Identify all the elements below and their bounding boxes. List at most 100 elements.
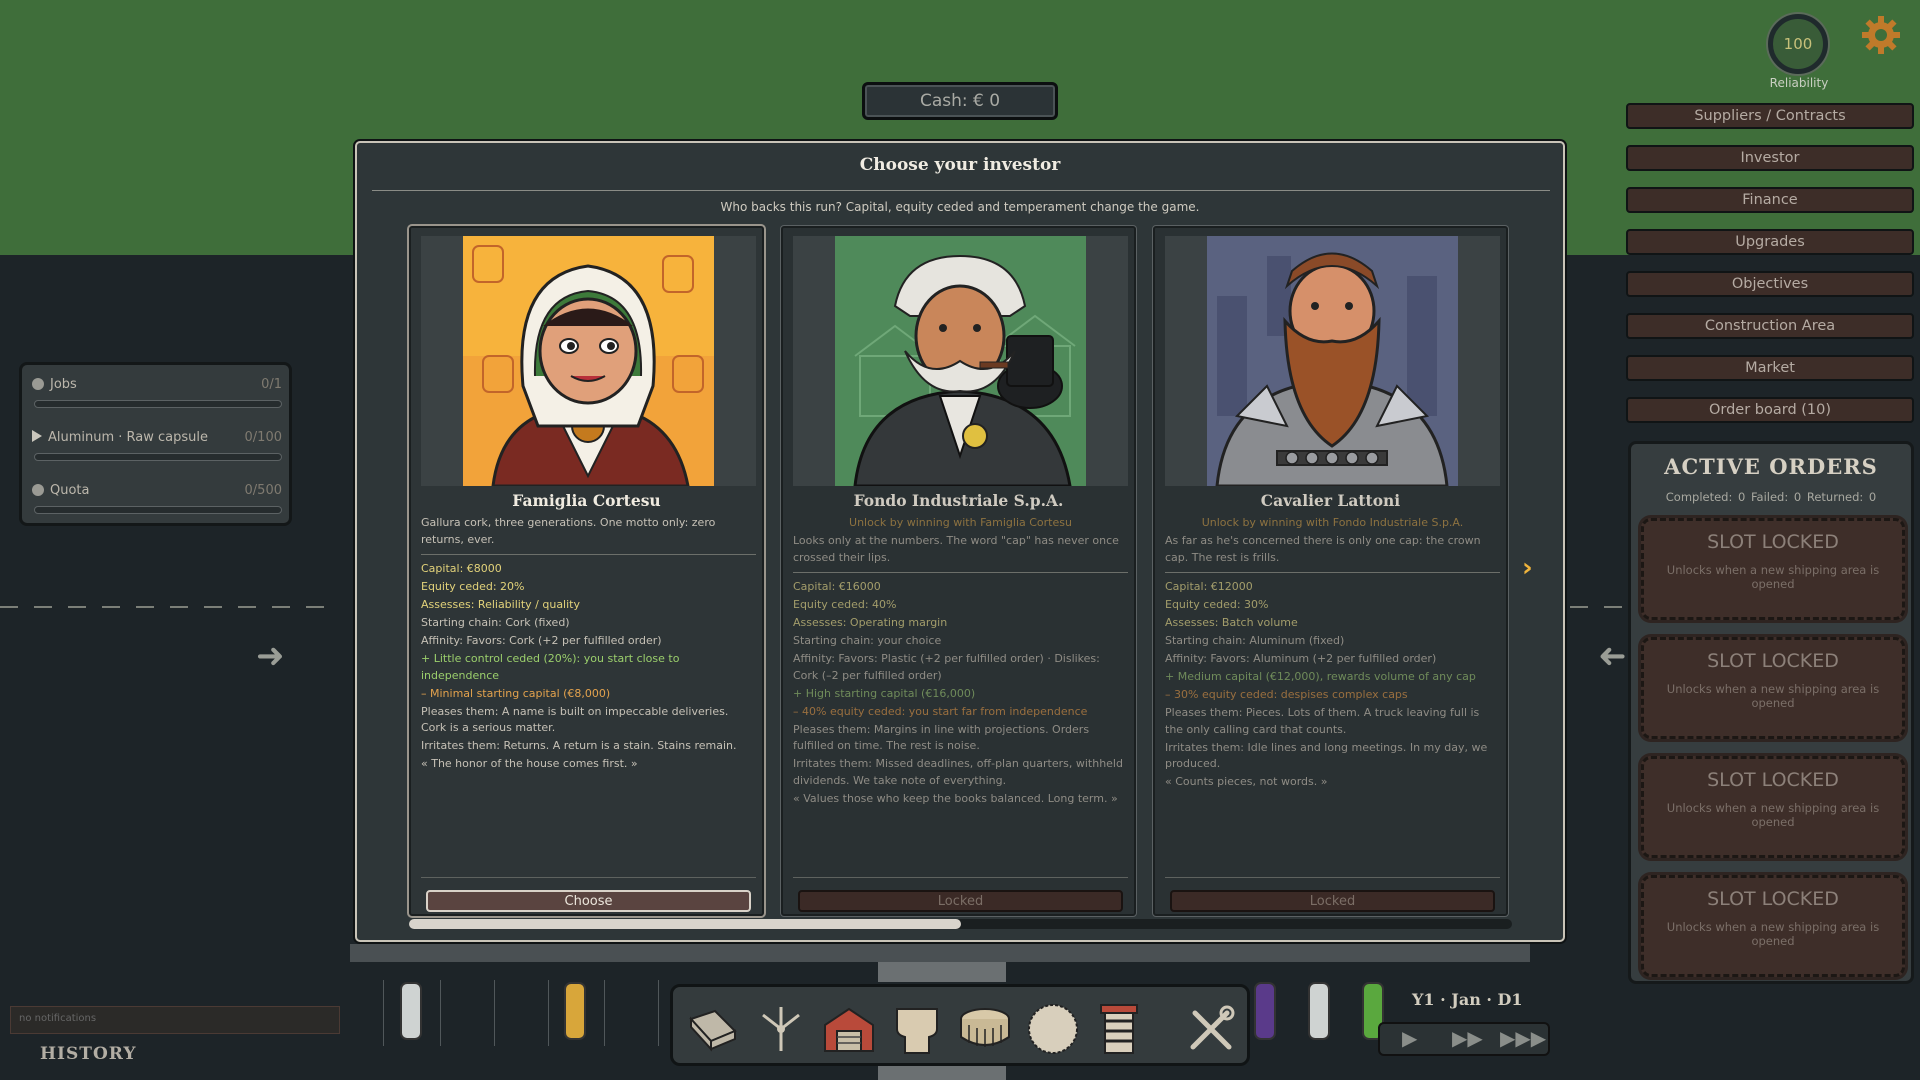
disc-icon[interactable] [1025, 1001, 1081, 1057]
aluminum-label: Aluminum · Raw capsule [48, 430, 209, 445]
slot-title: SLOT LOCKED [1707, 888, 1839, 910]
investor-details: Unlock by winning with Famiglia Cortesu … [793, 515, 1128, 809]
jobs-row: Jobs 0/1 [32, 377, 282, 392]
investor-details: Gallura cork, three generations. One mot… [421, 515, 756, 774]
investor-name: Fondo Industriale S.p.A. [853, 491, 1064, 510]
lane-line-right [1570, 606, 1630, 608]
investor-card-cortesu[interactable]: Famiglia Cortesu Gallura cork, three gen… [409, 226, 764, 916]
reliability-label: Reliability [1769, 76, 1829, 90]
unlock-condition: Unlock by winning with Fondo Industriale… [1201, 516, 1464, 529]
capital-text: Capital: €16000 [793, 580, 881, 593]
reliability-gauge: 100 [1768, 14, 1828, 74]
order-slot-locked: SLOT LOCKED Unlocks when a new shipping … [1641, 875, 1905, 977]
investor-details: Unlock by winning with Fondo Industriale… [1165, 515, 1500, 792]
con-text: – 40% equity ceded: you start far from i… [793, 704, 1088, 718]
con-text: – 30% equity ceded: despises complex cap… [1165, 688, 1408, 701]
road-strip [350, 944, 1530, 962]
cash-display: Cash: € 0 [862, 82, 1058, 120]
menu-suppliers-contracts-button[interactable]: Suppliers / Contracts [1626, 103, 1914, 129]
divider [793, 877, 1128, 878]
pleases-text: Pleases them: A name is built on impecca… [421, 704, 729, 735]
notifications-box: no notifications [10, 1006, 340, 1034]
spring-icon[interactable] [1091, 1001, 1147, 1057]
road-gap [878, 1066, 1006, 1080]
affinity-text: Affinity: Favors: Plastic (+2 per fulfil… [793, 652, 1100, 682]
starting-chain-text: Starting chain: Aluminum (fixed) [1165, 634, 1345, 647]
slot-subtitle: Unlocks when a new shipping area is open… [1666, 563, 1880, 591]
investor-name: Cavalier Lattoni [1260, 491, 1401, 510]
order-slot-locked: SLOT LOCKED Unlocks when a new shipping … [1641, 637, 1905, 739]
menu-upgrades-button[interactable]: Upgrades [1626, 229, 1914, 255]
divider [1165, 572, 1500, 573]
investor-portrait-lattoni [1207, 236, 1458, 486]
menu-order-board-button[interactable]: Order board (10) [1626, 397, 1914, 423]
starting-chain-text: Starting chain: Cork (fixed) [421, 616, 570, 629]
game-date: Y1 · Jan · D1 [1412, 990, 1523, 1009]
divider [421, 554, 756, 555]
jobs-label: Jobs [50, 377, 77, 392]
menu-construction-area-button[interactable]: Construction Area [1626, 313, 1914, 339]
parking-line [658, 980, 659, 1046]
investor-card-lattoni: Cavalier Lattoni Unlock by winning with … [1153, 226, 1508, 916]
next-arrow-icon[interactable]: › [1522, 553, 1533, 583]
menu-objectives-button[interactable]: Objectives [1626, 271, 1914, 297]
conveyor-icon[interactable] [685, 1001, 741, 1057]
menu-market-button[interactable]: Market [1626, 355, 1914, 381]
active-orders-stats: Completed: 0 Failed: 0 Returned: 0 [1665, 490, 1877, 504]
history-title[interactable]: HISTORY [40, 1044, 137, 1064]
fastest-forward-icon[interactable]: ▶▶▶ [1500, 1026, 1546, 1050]
cards-scrollbar[interactable] [409, 919, 1512, 929]
scrollbar-thumb[interactable] [409, 919, 961, 929]
quota-progress-bar [34, 506, 282, 514]
order-slot-locked: SLOT LOCKED Unlocks when a new shipping … [1641, 518, 1905, 620]
pleases-text: Pleases them: Pieces. Lots of them. A tr… [1165, 706, 1480, 736]
dialog-subtitle: Who backs this run? Capital, equity cede… [720, 200, 1200, 214]
parking-line [548, 980, 549, 1046]
slot-subtitle: Unlocks when a new shipping area is open… [1666, 920, 1880, 948]
investor-dialog: Choose your investor Who backs this run?… [355, 141, 1565, 942]
irritates-text: Irritates them: Missed deadlines, off-pl… [793, 757, 1123, 787]
status-dot-icon [32, 378, 44, 390]
expand-triangle-icon[interactable] [32, 430, 42, 442]
pro-text: + Medium capital (€12,000), rewards volu… [1165, 670, 1476, 683]
fast-forward-icon[interactable]: ▶▶ [1452, 1026, 1483, 1050]
crown-cap-icon[interactable] [957, 1001, 1013, 1057]
gear-icon[interactable] [1860, 14, 1902, 56]
slot-subtitle: Unlocks when a new shipping area is open… [1666, 801, 1880, 829]
assesses-text: Assesses: Reliability / quality [421, 598, 580, 611]
locked-button: Locked [1170, 890, 1495, 912]
warehouse-icon[interactable] [821, 1001, 877, 1057]
active-orders-title: ACTIVE ORDERS [1664, 454, 1878, 479]
split-icon[interactable] [753, 1001, 809, 1057]
menu-investor-button[interactable]: Investor [1626, 145, 1914, 171]
build-toolbar [670, 984, 1250, 1066]
menu-finance-button[interactable]: Finance [1626, 187, 1914, 213]
play-icon[interactable]: ▶ [1402, 1026, 1417, 1050]
flow-arrow-left-icon: ➜ [1598, 636, 1627, 676]
aluminum-row[interactable]: Aluminum · Raw capsule 0/100 [32, 430, 282, 445]
investor-portrait-cortesu [463, 236, 714, 486]
choose-button[interactable]: Choose [426, 890, 751, 912]
road-gap [878, 962, 1006, 982]
tools-icon[interactable] [1183, 1001, 1239, 1057]
parking-line [604, 980, 605, 1046]
speed-controls: ▶ ▶▶ ▶▶▶ [1378, 1022, 1550, 1056]
cork-icon[interactable] [889, 1001, 945, 1057]
capital-text: Capital: €8000 [421, 562, 502, 575]
assesses-text: Assesses: Operating margin [793, 616, 948, 629]
slot-subtitle: Unlocks when a new shipping area is open… [1666, 682, 1880, 710]
jobs-value: 0/1 [261, 377, 282, 392]
jobs-progress-bar [34, 400, 282, 408]
assesses-text: Assesses: Batch volume [1165, 616, 1298, 629]
parking-line [494, 980, 495, 1046]
pleases-text: Pleases them: Margins in line with proje… [793, 722, 1090, 753]
lane-line-left [0, 606, 340, 608]
quota-label: Quota [50, 483, 90, 498]
slot-title: SLOT LOCKED [1707, 650, 1839, 672]
divider [372, 190, 1550, 191]
affinity-text: Affinity: Favors: Cork (+2 per fulfilled… [421, 634, 662, 647]
divider [421, 877, 756, 878]
portrait [793, 236, 1128, 486]
divider [793, 572, 1128, 573]
equity-text: Equity ceded: 20% [421, 580, 525, 593]
